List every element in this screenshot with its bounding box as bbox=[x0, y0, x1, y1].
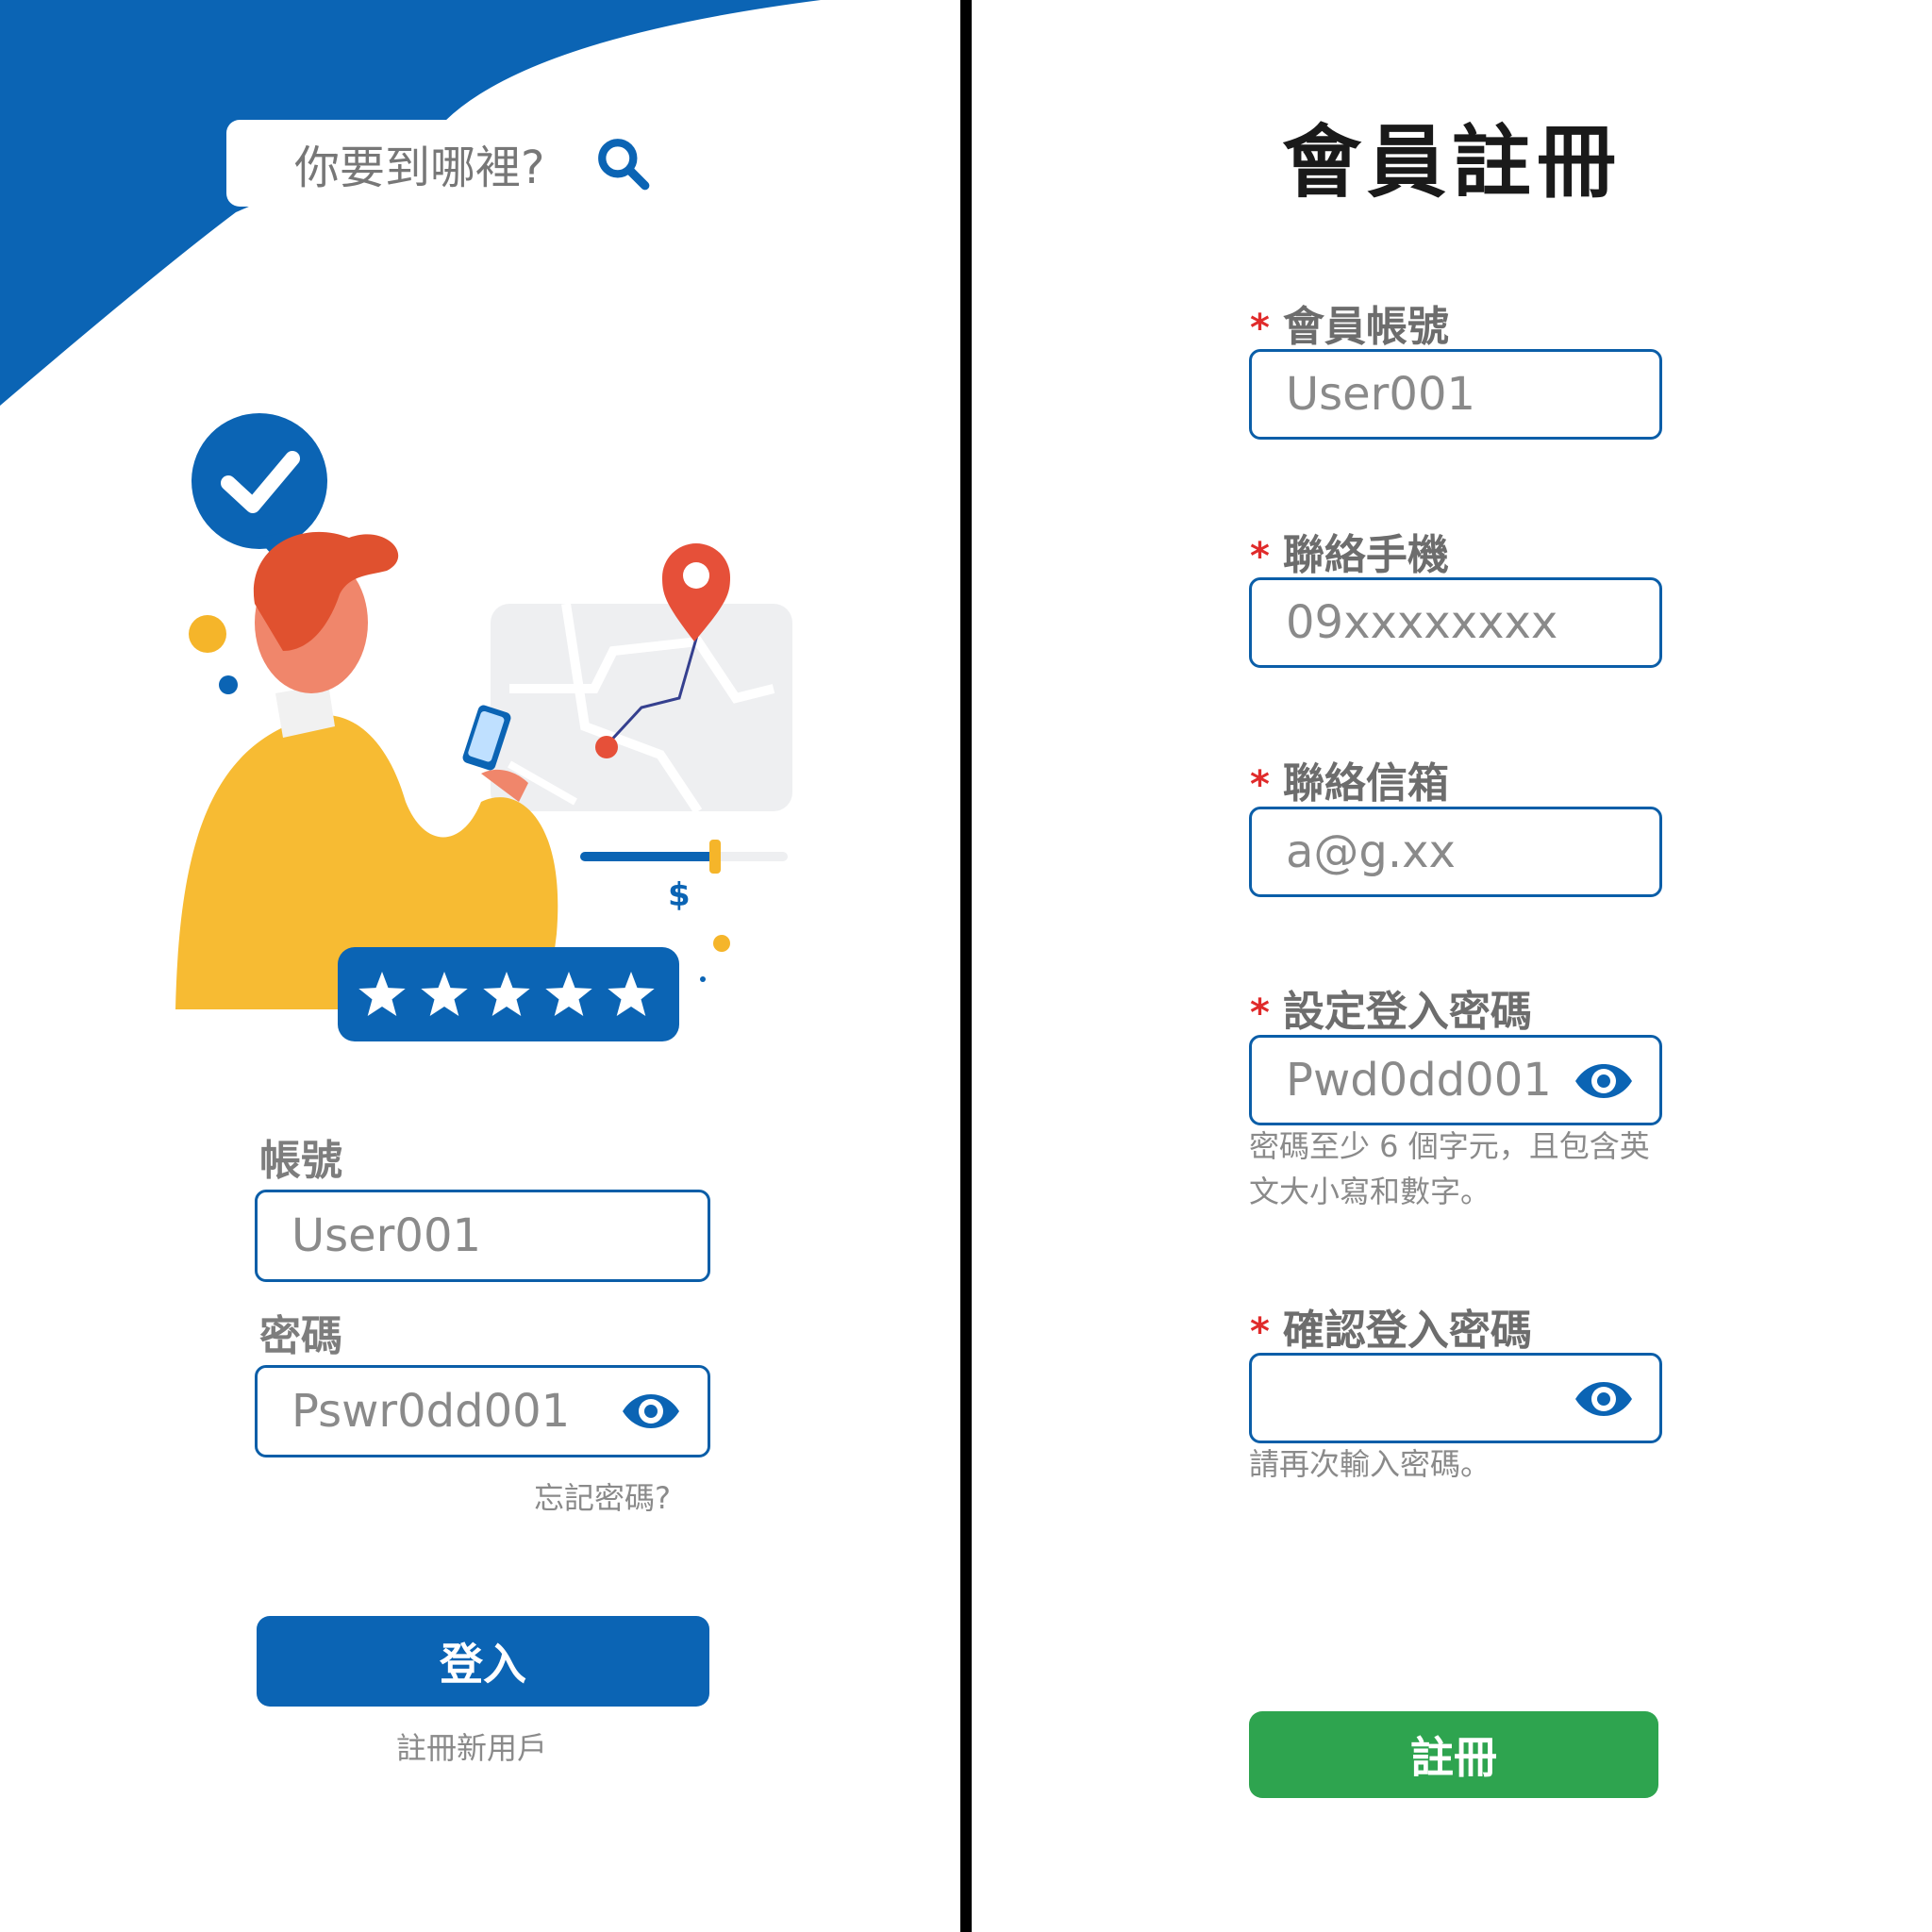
required-mark: * bbox=[1250, 535, 1270, 578]
contact-phone-field[interactable]: 09xxxxxxxx bbox=[1249, 577, 1662, 668]
login-panel: 你要到哪裡? $ 帳號 User001 密碼 Pswr0dd001 忘記密碼? … bbox=[0, 0, 960, 1932]
password-hint: 密碼至少 6 個字元，且包含英 文大小寫和數字。 bbox=[1249, 1124, 1650, 1214]
contact-email-label-text: 聯絡信箱 bbox=[1282, 759, 1449, 808]
confirm-password-hint-line-1: 請再次輸入密碼。 bbox=[1249, 1446, 1491, 1482]
member-account-input-value[interactable]: User001 bbox=[1286, 368, 1475, 421]
member-account-field[interactable]: User001 bbox=[1249, 349, 1662, 440]
panel-divider bbox=[960, 0, 972, 1932]
destination-search-box[interactable]: 你要到哪裡? bbox=[226, 120, 679, 207]
traveler-person-graphic bbox=[175, 531, 558, 1009]
contact-email-input-value[interactable]: a@g.xx bbox=[1286, 825, 1456, 878]
password-input-value[interactable]: Pswr0dd001 bbox=[291, 1385, 570, 1438]
page-title: 會員註冊 bbox=[1281, 116, 1622, 208]
confirm-password-hint: 請再次輸入密碼。 bbox=[1249, 1441, 1491, 1487]
confirm-password-label: * 確認登入密碼 bbox=[1250, 1296, 1532, 1357]
register-button[interactable]: 註冊 bbox=[1249, 1711, 1658, 1798]
password-field[interactable]: Pswr0dd001 bbox=[255, 1365, 710, 1457]
account-field[interactable]: User001 bbox=[255, 1190, 710, 1282]
set-password-label: * 設定登入密碼 bbox=[1250, 977, 1532, 1038]
required-mark: * bbox=[1250, 1310, 1270, 1354]
set-password-label-text: 設定登入密碼 bbox=[1282, 988, 1532, 1036]
booking-illustration: $ bbox=[175, 413, 792, 1041]
contact-email-field[interactable]: a@g.xx bbox=[1249, 807, 1662, 897]
show-password-eye-icon[interactable] bbox=[1573, 1060, 1635, 1102]
account-label: 帳號 bbox=[259, 1137, 342, 1185]
show-password-eye-icon[interactable] bbox=[1573, 1378, 1635, 1420]
register-new-user-link[interactable]: 註冊新用戶 bbox=[396, 1724, 547, 1768]
forgot-password-link[interactable]: 忘記密碼? bbox=[534, 1474, 671, 1518]
rating-stars-card bbox=[338, 947, 679, 1041]
register-panel: 會員註冊 * 會員帳號 User001 * 聯絡手機 09xxxxxxxx * 聯絡信… bbox=[972, 0, 1932, 1932]
required-mark: * bbox=[1250, 991, 1270, 1035]
set-password-input-value[interactable]: Pwd0dd001 bbox=[1286, 1054, 1552, 1107]
confirm-password-field[interactable] bbox=[1249, 1353, 1662, 1443]
member-account-label-text: 會員帳號 bbox=[1282, 303, 1449, 351]
set-password-field[interactable]: Pwd0dd001 bbox=[1249, 1035, 1662, 1125]
search-input[interactable]: 你要到哪裡? bbox=[294, 130, 544, 196]
contact-phone-label: * 聯絡手機 bbox=[1250, 521, 1449, 581]
show-password-eye-icon[interactable] bbox=[620, 1391, 682, 1432]
account-input-value[interactable]: User001 bbox=[291, 1209, 481, 1262]
contact-phone-input-value[interactable]: 09xxxxxxxx bbox=[1286, 596, 1557, 649]
contact-email-label: * 聯絡信箱 bbox=[1250, 749, 1449, 809]
svg-text:$: $ bbox=[668, 876, 691, 914]
member-account-label: * 會員帳號 bbox=[1250, 292, 1449, 353]
password-hint-line-1: 密碼至少 6 個字元，且包含英 bbox=[1249, 1128, 1650, 1164]
required-mark: * bbox=[1250, 307, 1270, 350]
required-mark: * bbox=[1250, 763, 1270, 807]
header-wave-background bbox=[0, 0, 821, 406]
contact-phone-label-text: 聯絡手機 bbox=[1282, 531, 1449, 579]
password-label: 密碼 bbox=[259, 1312, 342, 1360]
confirm-password-label-text: 確認登入密碼 bbox=[1282, 1307, 1532, 1355]
search-icon[interactable] bbox=[594, 135, 653, 193]
price-slider-graphic: $ bbox=[580, 840, 788, 914]
login-button[interactable]: 登入 bbox=[257, 1616, 709, 1707]
password-hint-line-2: 文大小寫和數字。 bbox=[1249, 1174, 1491, 1209]
